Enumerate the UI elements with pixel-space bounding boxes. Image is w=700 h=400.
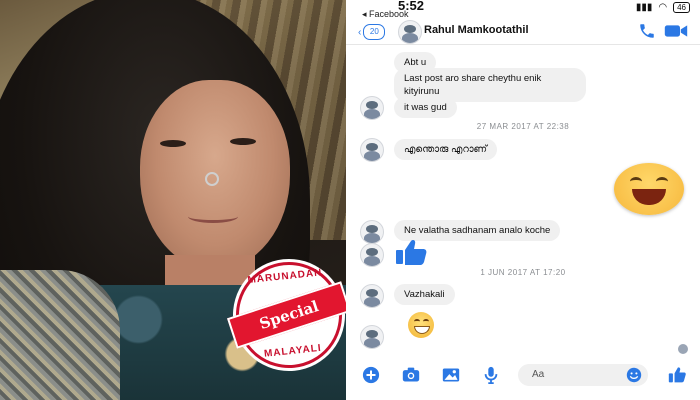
seen-indicator-avatar: [678, 344, 688, 354]
microphone-icon[interactable]: [482, 366, 500, 384]
clock: 5:52: [397, 0, 425, 13]
video-call-icon[interactable]: [664, 23, 688, 39]
sticker-eye: [656, 177, 668, 186]
plus-icon[interactable]: [362, 366, 380, 384]
emoji-eye: [423, 319, 429, 324]
contact-avatar: [360, 243, 384, 267]
message-bubble[interactable]: എന്തൊരു എറാണ്: [394, 139, 498, 160]
message-timestamp: 27 MAR 2017 AT 22:38: [476, 122, 570, 131]
contact-avatar: [360, 96, 384, 120]
status-bar: ◂ Facebook 5:52 ▮▮▮ ◠ 46: [346, 0, 700, 20]
emoji-mouth: [414, 326, 430, 334]
chevron-left-icon: ‹: [358, 26, 362, 38]
emoji-picker-icon[interactable]: [626, 367, 642, 383]
phone-call-icon[interactable]: [638, 22, 656, 40]
grinning-emoji[interactable]: [408, 312, 434, 338]
left-eye: [160, 140, 186, 147]
contact-avatar: [360, 325, 384, 349]
gallery-icon[interactable]: [442, 366, 460, 384]
cardigan: [0, 270, 120, 400]
emoji-eye: [414, 319, 420, 324]
thumbs-up-icon[interactable]: [394, 238, 428, 266]
contact-avatar: [360, 284, 384, 308]
sticker-mouth: [632, 189, 666, 205]
messenger-chat: ◂ Facebook 5:52 ▮▮▮ ◠ 46 ‹ 20 Rahul Mamk…: [346, 0, 700, 400]
status-icons: ▮▮▮ ◠ 46: [636, 2, 690, 13]
contact-avatar: [360, 138, 384, 162]
message-timestamp: 1 JUN 2017 AT 17:20: [480, 268, 566, 277]
wifi-icon: ◠: [658, 2, 668, 13]
conversation-header: ‹ 20 Rahul Mamkootathil: [346, 18, 700, 45]
signal-icon: ▮▮▮: [635, 2, 653, 13]
message-bubble[interactable]: Vazhakali: [394, 284, 455, 305]
nose-ring: [205, 172, 219, 186]
right-eye: [230, 138, 256, 145]
back-button[interactable]: ‹ 20: [358, 24, 386, 40]
message-input[interactable]: Aa: [518, 364, 648, 386]
sticker-eye: [630, 177, 642, 186]
smile: [188, 210, 238, 223]
message-composer: Aa: [346, 356, 700, 400]
unread-count-badge: 20: [363, 24, 386, 40]
battery-icon: 46: [673, 2, 690, 13]
like-button-icon[interactable]: [668, 366, 686, 384]
contact-avatar[interactable]: [398, 20, 422, 44]
camera-icon[interactable]: [402, 366, 420, 384]
contact-name[interactable]: Rahul Mamkootathil: [424, 24, 529, 36]
laughing-emoji-sticker[interactable]: [614, 163, 684, 215]
message-input-placeholder: Aa: [532, 369, 545, 380]
stamp-banner: Special Report: [226, 281, 352, 359]
message-bubble[interactable]: it was gud: [394, 97, 457, 118]
contact-avatar: [360, 220, 384, 244]
